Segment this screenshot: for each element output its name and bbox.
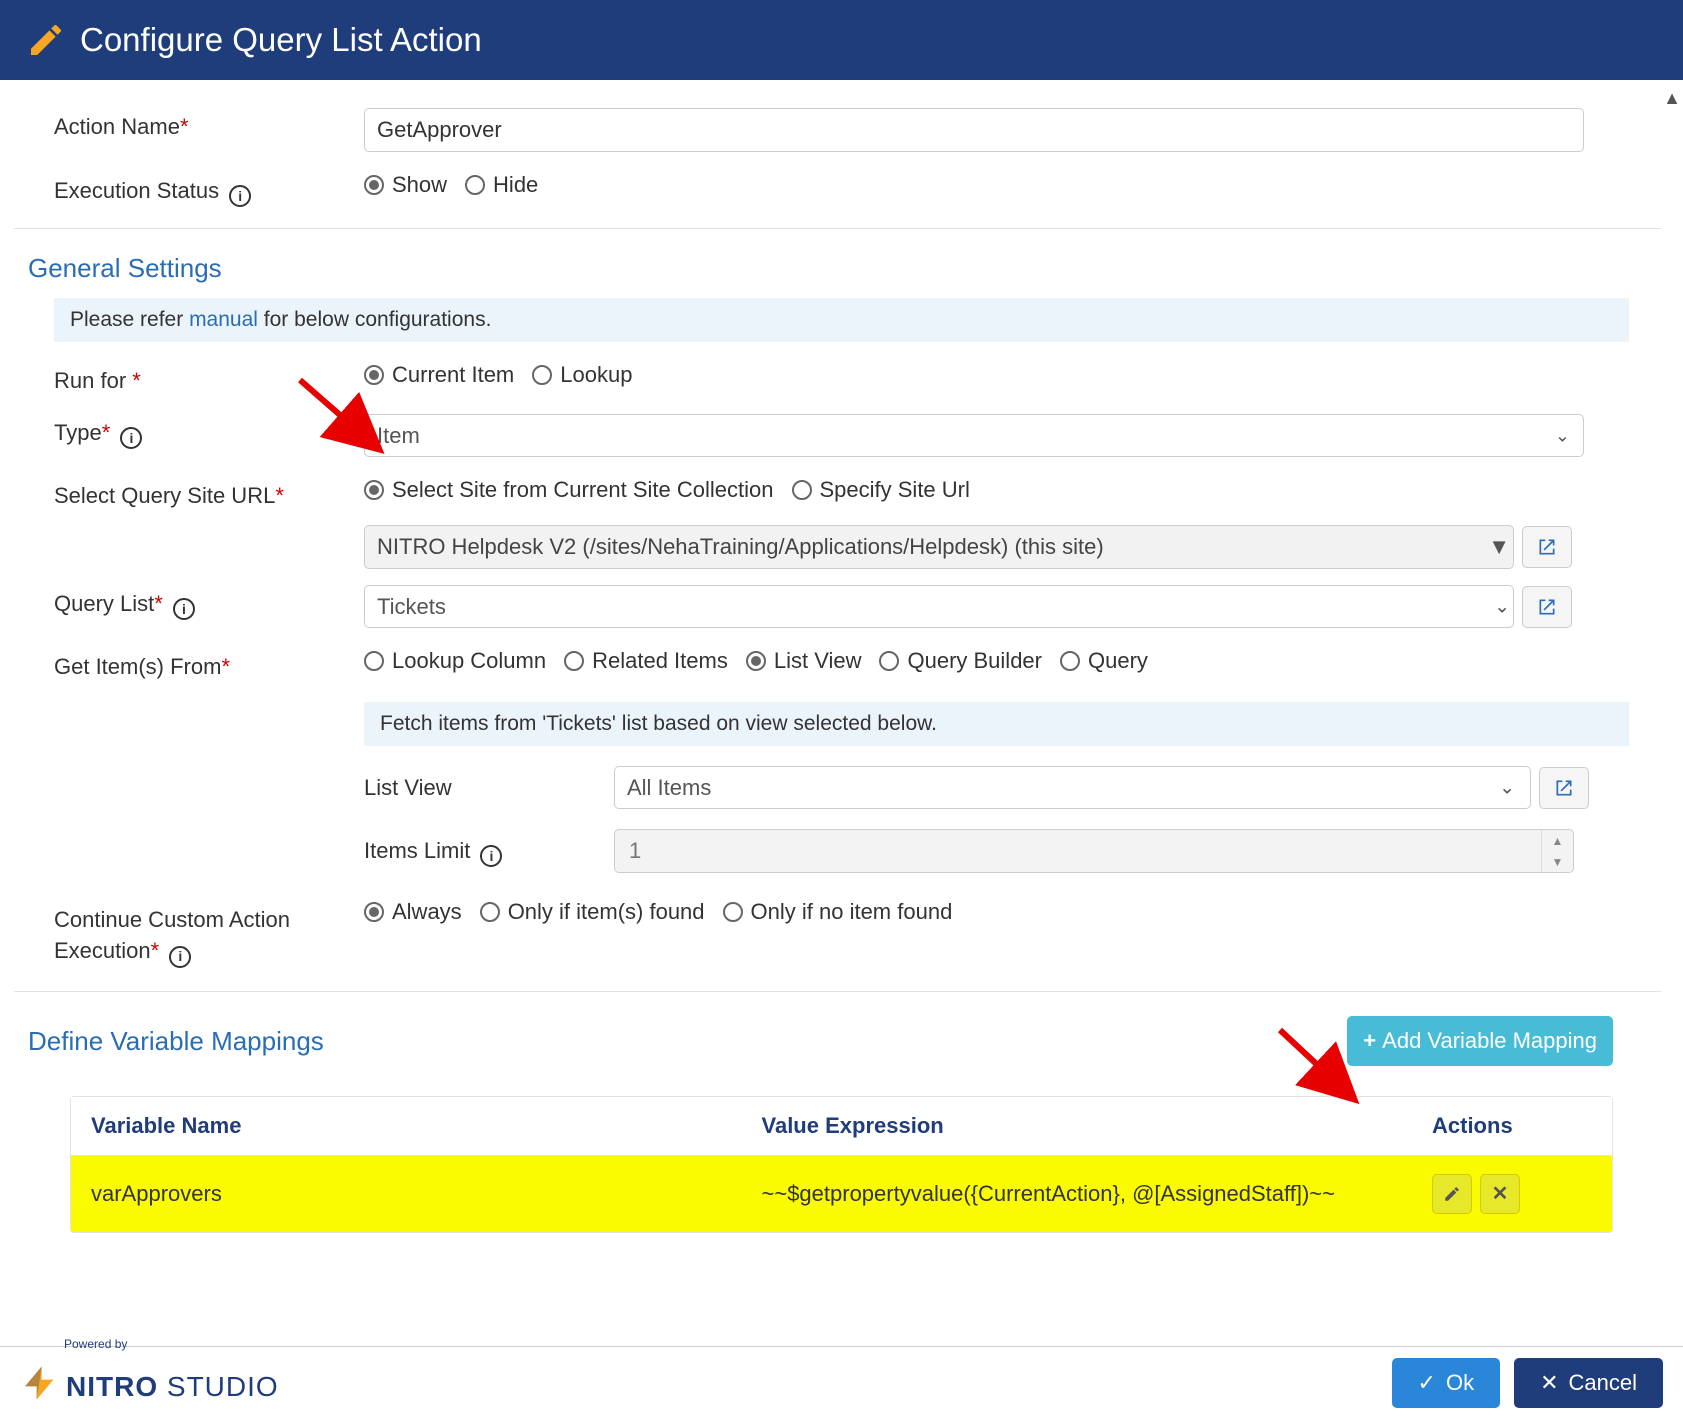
- dialog-title: Configure Query List Action: [80, 21, 482, 59]
- check-icon: ✓: [1418, 1370, 1436, 1396]
- fetch-info-banner: Fetch items from 'Tickets' list based on…: [364, 702, 1629, 746]
- label-query-list: Query List* i: [54, 585, 364, 617]
- radio-hide[interactable]: Hide: [465, 172, 538, 198]
- info-icon[interactable]: i: [169, 946, 191, 968]
- divider: [14, 991, 1669, 992]
- open-list-button[interactable]: [1522, 586, 1572, 628]
- label-get-items-from: Get Item(s) From*: [54, 648, 364, 680]
- brand-logo: Powered by NITRO STUDIO: [20, 1363, 279, 1403]
- label-type: Type* i: [54, 414, 364, 446]
- open-view-button[interactable]: [1539, 767, 1589, 809]
- row-items-limit: Items Limit i ▲ ▼: [364, 819, 1629, 883]
- row-action-name: Action Name*: [14, 98, 1669, 162]
- radio-show[interactable]: Show: [364, 172, 447, 198]
- radio-list-view[interactable]: List View: [746, 648, 862, 674]
- chevron-down-icon: ⌄: [1499, 776, 1515, 799]
- info-icon[interactable]: i: [229, 185, 251, 207]
- section-variable-mappings: Define Variable Mappings + Add Variable …: [14, 1006, 1669, 1076]
- action-name-input[interactable]: [364, 108, 1584, 152]
- label-run-for: Run for *: [54, 362, 364, 394]
- divider: [14, 228, 1669, 229]
- radio-specify-url[interactable]: Specify Site Url: [792, 477, 970, 503]
- label-action-name: Action Name*: [54, 108, 364, 140]
- dialog-header: Configure Query List Action: [0, 0, 1683, 80]
- row-query-list: Query List* i Tickets ⌄: [14, 575, 1669, 638]
- radio-related-items[interactable]: Related Items: [564, 648, 728, 674]
- spin-up[interactable]: ▲: [1542, 830, 1573, 851]
- section-general-settings: General Settings: [14, 243, 1669, 292]
- radio-lookup[interactable]: Lookup: [532, 362, 632, 388]
- chevron-down-icon: ⌄: [1494, 595, 1510, 618]
- label-execution-status: Execution Status i: [54, 172, 364, 204]
- dialog-footer: Powered by NITRO STUDIO ✓ Ok ✕ Cancel: [0, 1346, 1683, 1418]
- row-fetch-banner: Fetch items from 'Tickets' list based on…: [14, 690, 1669, 889]
- row-execution-status: Execution Status i Show Hide: [14, 162, 1669, 214]
- close-icon: ✕: [1540, 1370, 1558, 1396]
- info-icon[interactable]: i: [480, 845, 502, 867]
- radio-only-found[interactable]: Only if item(s) found: [480, 899, 705, 925]
- plus-icon: +: [1363, 1028, 1376, 1054]
- row-get-items-from: Get Item(s) From* Lookup Column Related …: [14, 638, 1669, 690]
- radio-only-not-found[interactable]: Only if no item found: [723, 899, 953, 925]
- site-select[interactable]: NITRO Helpdesk V2 (/sites/NehaTraining/A…: [364, 525, 1514, 569]
- general-settings-banner: Please refer manual for below configurat…: [54, 298, 1629, 342]
- row-list-view: List View All Items ⌄: [364, 756, 1629, 819]
- dialog-content: Action Name* Execution Status i Show Hid…: [0, 80, 1683, 1346]
- open-site-button[interactable]: [1522, 526, 1572, 568]
- items-limit-spinner[interactable]: ▲ ▼: [614, 829, 1574, 873]
- row-type: Type* i Item ⌄: [14, 404, 1669, 467]
- radio-site-collection[interactable]: Select Site from Current Site Collection: [364, 477, 774, 503]
- add-variable-mapping-button[interactable]: + Add Variable Mapping: [1347, 1016, 1613, 1066]
- radio-query[interactable]: Query: [1060, 648, 1148, 674]
- configure-icon: [26, 20, 66, 60]
- delete-mapping-button[interactable]: ✕: [1480, 1174, 1520, 1214]
- items-limit-input: [615, 830, 1541, 872]
- scroll-up-icon: ▲: [1663, 88, 1681, 109]
- query-list-select[interactable]: Tickets: [364, 585, 1514, 628]
- cancel-button[interactable]: ✕ Cancel: [1514, 1358, 1663, 1408]
- radio-lookup-column[interactable]: Lookup Column: [364, 648, 546, 674]
- cell-variable-name: varApprovers: [71, 1156, 742, 1232]
- mappings-table: Variable Name Value Expression Actions v…: [70, 1096, 1613, 1233]
- list-view-select[interactable]: All Items: [614, 766, 1531, 809]
- caret-down-icon: ▼: [1488, 534, 1510, 560]
- label-site-url: Select Query Site URL*: [54, 477, 364, 509]
- col-actions: Actions: [1412, 1097, 1612, 1156]
- table-row: varApprovers ~~$getpropertyvalue({Curren…: [71, 1156, 1612, 1232]
- manual-link[interactable]: manual: [189, 308, 258, 331]
- label-list-view: List View: [364, 775, 614, 801]
- radio-always[interactable]: Always: [364, 899, 462, 925]
- edit-mapping-button[interactable]: [1432, 1174, 1472, 1214]
- label-continue-exec: Continue Custom Action Execution* i: [54, 899, 364, 967]
- table-header: Variable Name Value Expression Actions: [71, 1097, 1612, 1156]
- spin-down[interactable]: ▼: [1542, 851, 1573, 872]
- info-icon[interactable]: i: [120, 427, 142, 449]
- scrollbar[interactable]: ▲: [1661, 80, 1683, 1346]
- radio-query-builder[interactable]: Query Builder: [879, 648, 1042, 674]
- cell-actions: ✕: [1412, 1156, 1612, 1232]
- cell-value-expression: ~~$getpropertyvalue({CurrentAction}, @[A…: [742, 1156, 1413, 1232]
- row-site-select: NITRO Helpdesk V2 (/sites/NehaTraining/A…: [14, 519, 1669, 575]
- row-site-url: Select Query Site URL* Select Site from …: [14, 467, 1669, 519]
- radio-current-item[interactable]: Current Item: [364, 362, 514, 388]
- type-select[interactable]: Item: [364, 414, 1584, 457]
- row-run-for: Run for * Current Item Lookup: [14, 352, 1669, 404]
- col-variable-name: Variable Name: [71, 1097, 742, 1156]
- label-items-limit: Items Limit i: [364, 838, 614, 864]
- info-icon[interactable]: i: [173, 598, 195, 620]
- col-value-expression: Value Expression: [742, 1097, 1413, 1156]
- ok-button[interactable]: ✓ Ok: [1392, 1358, 1501, 1408]
- row-continue-exec: Continue Custom Action Execution* i Alwa…: [14, 889, 1669, 977]
- mappings-title: Define Variable Mappings: [28, 1016, 338, 1065]
